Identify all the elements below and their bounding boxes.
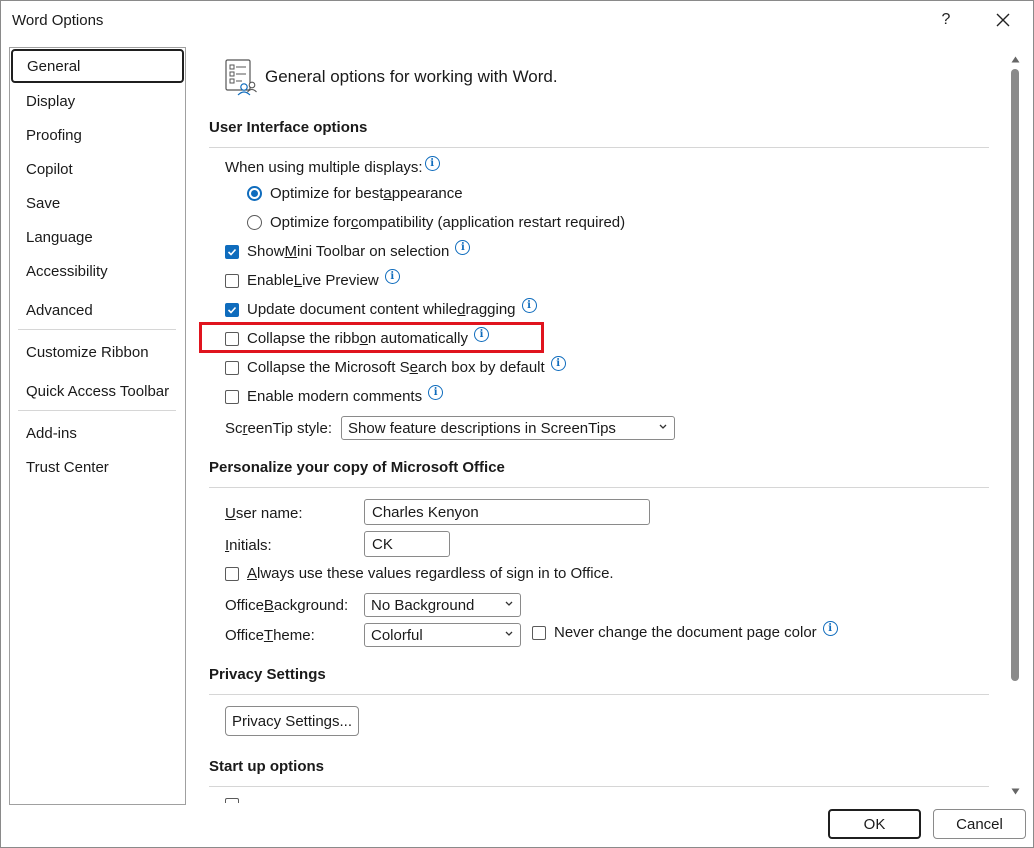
checkbox[interactable] — [225, 798, 239, 803]
options-checklist-icon — [225, 59, 257, 96]
checkbox[interactable] — [532, 625, 546, 640]
nav-divider — [18, 410, 176, 411]
nav-item-proofing[interactable]: Proofing — [10, 120, 185, 150]
section-title-privacy: Privacy Settings — [209, 666, 326, 683]
scroll-down-arrow-icon[interactable] — [1009, 785, 1021, 797]
info-icon[interactable]: i — [455, 240, 471, 255]
general-options-panel: General options for working with Word. U… — [193, 47, 1005, 803]
checkbox[interactable] — [225, 389, 239, 404]
screentip-style-label: Sc r eenTip style: — [225, 420, 333, 437]
section-divider — [209, 487, 989, 488]
office-background-dropdown[interactable]: No Background — [364, 593, 521, 617]
cancel-button[interactable]: Cancel — [933, 809, 1026, 839]
info-icon[interactable]: i — [473, 327, 489, 342]
nav-item-accessibility[interactable]: Accessibility — [10, 256, 185, 286]
scrollbar-thumb[interactable] — [1011, 69, 1019, 681]
page-header: General options for working with Word. — [223, 57, 558, 97]
nav-item-trust-center[interactable]: Trust Center — [10, 452, 185, 482]
nav-item-customize-ribbon[interactable]: Customize Ribbon — [10, 337, 185, 367]
info-icon[interactable]: i — [424, 156, 440, 171]
info-icon[interactable]: i — [521, 298, 537, 313]
checkbox-collapse-ribbon[interactable]: Collapse the ribb o n automatically i — [225, 327, 489, 347]
close-icon — [996, 13, 1010, 27]
nav-item-general[interactable]: General — [11, 49, 184, 83]
initials-input[interactable]: CK — [364, 531, 450, 557]
section-title-ui-options: User Interface options — [209, 119, 368, 136]
nav-item-add-ins[interactable]: Add-ins — [10, 418, 185, 448]
chevron-down-icon — [504, 598, 514, 611]
checkbox-never-change-page-color[interactable]: Never change the document page color i — [532, 621, 838, 641]
radio-button[interactable] — [247, 186, 262, 201]
office-theme-label: Office Theme: — [225, 627, 315, 644]
dialog-title: Word Options — [12, 12, 104, 29]
initials-label: Initials: — [225, 537, 272, 554]
options-nav: General Display Proofing Copilot Save La… — [9, 47, 186, 805]
chevron-down-icon — [658, 421, 668, 434]
info-icon[interactable]: i — [550, 356, 566, 371]
checkbox-update-document-content[interactable]: Update document content while d ragging i — [225, 298, 537, 318]
checkmark-icon — [227, 248, 237, 256]
help-button[interactable]: ? — [923, 5, 969, 35]
checkbox[interactable] — [225, 331, 239, 346]
checkbox-enable-live-preview[interactable]: Enable Live Preview i — [225, 269, 400, 289]
ok-button[interactable]: OK — [828, 809, 921, 839]
checkbox-startup-partial[interactable] — [225, 798, 247, 803]
radio-button[interactable] — [247, 215, 262, 230]
title-bar: Word Options ? — [1, 1, 1033, 39]
info-icon[interactable]: i — [822, 621, 838, 636]
checkbox-show-mini-toolbar[interactable]: Show Mini Toolbar on selection i — [225, 240, 471, 260]
multiple-displays-label: When using multiple displays: i — [225, 156, 440, 176]
radio-optimize-best-appearance[interactable]: Optimize for best a ppearance — [247, 185, 463, 202]
checkbox[interactable] — [225, 244, 239, 259]
checkbox[interactable] — [225, 302, 239, 317]
nav-item-advanced[interactable]: Advanced — [10, 295, 185, 325]
info-icon[interactable]: i — [428, 385, 444, 400]
user-name-input[interactable]: Charles Kenyon — [364, 499, 650, 525]
checkbox[interactable] — [225, 566, 239, 581]
word-options-dialog: Word Options ? General Display Proofing … — [0, 0, 1034, 848]
section-divider — [209, 694, 989, 695]
nav-item-copilot[interactable]: Copilot — [10, 154, 185, 184]
privacy-settings-button[interactable]: Privacy Settings... — [225, 706, 359, 736]
checkbox-enable-modern-comments[interactable]: Enable modern comments i — [225, 385, 444, 405]
chevron-down-icon — [504, 628, 514, 641]
user-name-label: User name: — [225, 505, 303, 522]
section-divider — [209, 786, 989, 787]
nav-item-quick-access-toolbar[interactable]: Quick Access Toolbar — [10, 376, 185, 406]
info-icon[interactable]: i — [384, 269, 400, 284]
nav-divider — [18, 329, 176, 330]
nav-item-display[interactable]: Display — [10, 86, 185, 116]
scroll-up-arrow-icon[interactable] — [1009, 53, 1021, 65]
radio-optimize-compatibility[interactable]: Optimize for c ompatibility (application … — [247, 214, 625, 231]
screentip-style-dropdown[interactable]: Show feature descriptions in ScreenTips — [341, 416, 675, 440]
office-theme-dropdown[interactable]: Colorful — [364, 623, 521, 647]
close-button[interactable] — [980, 5, 1026, 35]
vertical-scrollbar[interactable] — [1007, 51, 1023, 801]
checkbox[interactable] — [225, 273, 239, 288]
nav-item-save[interactable]: Save — [10, 188, 185, 218]
checkmark-icon — [227, 306, 237, 314]
office-background-label: Office Background: — [225, 597, 349, 614]
section-title-startup: Start up options — [209, 758, 324, 775]
checkbox-collapse-search-box[interactable]: Collapse the Microsoft Se arch box by def… — [225, 356, 566, 376]
nav-item-language[interactable]: Language — [10, 222, 185, 252]
checkbox-always-use-values[interactable]: Always use these values regardless of si… — [225, 565, 614, 582]
section-divider — [209, 147, 989, 148]
checkbox[interactable] — [225, 360, 239, 375]
section-title-personalize: Personalize your copy of Microsoft Offic… — [209, 459, 505, 476]
page-heading: General options for working with Word. — [265, 67, 558, 86]
